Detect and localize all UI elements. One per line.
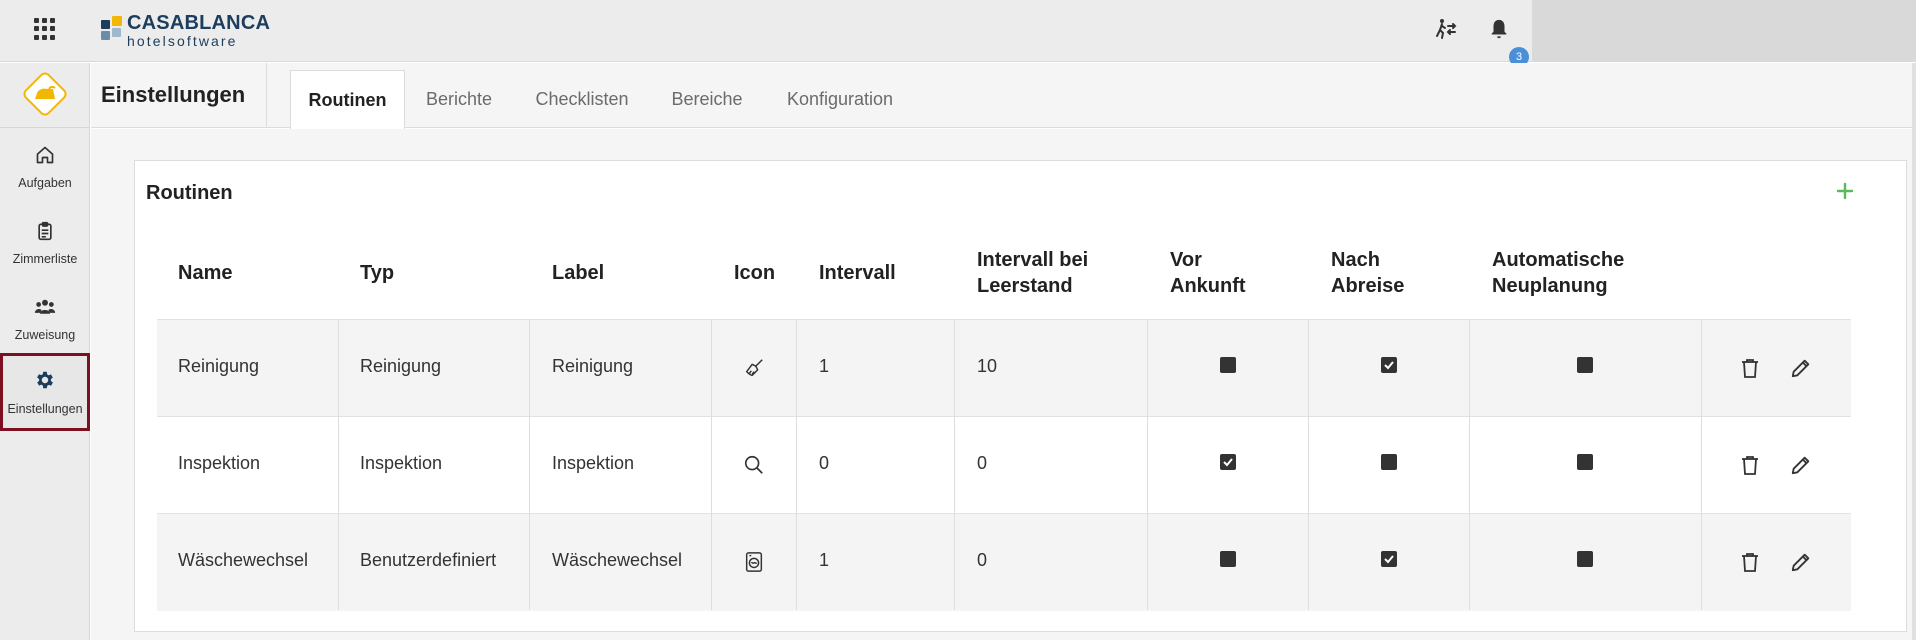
sidebar-item-aufgaben[interactable]: Aufgaben — [0, 129, 90, 205]
card-title: Routinen — [146, 182, 233, 204]
column-divider — [796, 320, 797, 610]
plus-icon[interactable] — [1832, 178, 1858, 204]
cell-label: Wäschewechsel — [552, 550, 683, 570]
logo-mark — [101, 16, 123, 44]
column-header-vor-ankunft[interactable]: Vor Ankunft — [1170, 247, 1246, 299]
pencil-icon[interactable] — [1789, 453, 1813, 477]
checkbox-vor-ankunft-unchecked[interactable] — [1220, 551, 1236, 567]
cell-label: Inspektion — [552, 453, 635, 473]
pencil-icon[interactable] — [1789, 550, 1813, 574]
users-icon — [34, 297, 56, 322]
cell-intervall: 1 — [819, 356, 830, 376]
gear-icon — [34, 369, 56, 396]
checkbox-nach-abreise-unchecked[interactable] — [1381, 454, 1397, 470]
cell-typ: Benutzerdefiniert — [360, 550, 497, 570]
header-divider — [266, 63, 267, 128]
column-header-icon[interactable]: Icon — [734, 260, 775, 286]
sidebar-item-label: Einstellungen — [7, 401, 83, 416]
checkbox-nach-abreise-checked[interactable] — [1381, 357, 1397, 373]
column-divider — [1147, 320, 1148, 610]
sidebar-divider — [0, 127, 90, 128]
column-header-typ[interactable]: Typ — [360, 260, 394, 286]
sidebar-item-einstellungen[interactable]: Einstellungen — [0, 353, 90, 431]
cell-intervall-leerstand: 0 — [977, 453, 988, 473]
cell-name: Reinigung — [178, 356, 260, 376]
sidebar-item-zimmerliste[interactable]: Zimmerliste — [0, 205, 90, 281]
checkbox-nach-abreise-checked[interactable] — [1381, 551, 1397, 567]
cell-name: Wäschewechsel — [178, 550, 309, 570]
sidebar-item-zuweisung[interactable]: Zuweisung — [0, 281, 90, 357]
sidebar-item-label: Zuweisung — [14, 327, 76, 342]
table-row: Wäschewechsel Benutzerdefiniert Wäschewe… — [157, 514, 1851, 611]
broom-icon — [742, 356, 766, 380]
sidebar-item-label: Zimmerliste — [12, 251, 78, 266]
person-switch-icon[interactable] — [1433, 16, 1459, 42]
cell-intervall: 0 — [819, 453, 830, 473]
table-row: Reinigung Reinigung Reinigung 1 10 — [157, 320, 1851, 417]
column-divider — [1701, 320, 1702, 610]
column-header-intervall-leerstand[interactable]: Intervall bei Leerstand — [977, 247, 1088, 299]
column-divider — [338, 320, 339, 610]
checkbox-vor-ankunft-unchecked[interactable] — [1220, 357, 1236, 373]
home-icon — [35, 145, 55, 170]
cell-intervall-leerstand: 10 — [977, 356, 998, 376]
clipboard-icon — [35, 221, 55, 246]
trash-icon[interactable] — [1738, 550, 1762, 574]
column-header-name[interactable]: Name — [178, 260, 232, 286]
tab-konfiguration[interactable]: Konfiguration — [770, 70, 910, 129]
sidebar-item-label: Aufgaben — [18, 175, 72, 190]
column-header-nach-abreise[interactable]: Nach Abreise — [1331, 247, 1404, 299]
trash-icon[interactable] — [1738, 356, 1762, 380]
cell-name: Inspektion — [178, 453, 261, 473]
table-row: Inspektion Inspektion Inspektion 0 0 — [157, 417, 1851, 514]
app-logo-icon[interactable] — [22, 71, 68, 117]
checkbox-neuplanung-unchecked[interactable] — [1577, 357, 1593, 373]
column-divider — [1469, 320, 1470, 610]
brand-tagline: hotelsoftware — [127, 32, 238, 49]
cell-typ: Reinigung — [360, 356, 442, 376]
cell-label: Reinigung — [552, 356, 634, 376]
column-divider — [711, 320, 712, 610]
cell-intervall: 1 — [819, 550, 830, 570]
tab-routinen[interactable]: Routinen — [290, 70, 405, 129]
tab-bereiche[interactable]: Bereiche — [655, 70, 759, 129]
cell-intervall-leerstand: 0 — [977, 550, 988, 570]
column-header-intervall[interactable]: Intervall — [819, 260, 896, 286]
trash-icon[interactable] — [1738, 453, 1762, 477]
bell-icon[interactable] — [1486, 16, 1512, 42]
sidebar: Aufgaben Zimmerliste Zuweisung Einstellu… — [0, 63, 90, 640]
page-scrollbar[interactable] — [1912, 63, 1916, 640]
brand-logo[interactable]: CASABLANCA hotelsoftware — [101, 11, 271, 49]
top-bar-user-area — [1532, 0, 1916, 62]
pencil-icon[interactable] — [1789, 356, 1813, 380]
brand-name: CASABLANCA — [127, 11, 271, 34]
checkbox-neuplanung-unchecked[interactable] — [1577, 454, 1593, 470]
cell-typ: Inspektion — [360, 453, 443, 473]
tab-checklisten[interactable]: Checklisten — [520, 70, 644, 129]
apps-grid-icon[interactable] — [34, 18, 56, 40]
column-header-label[interactable]: Label — [552, 260, 604, 286]
tab-berichte[interactable]: Berichte — [410, 70, 508, 129]
column-header-automatische-neuplanung[interactable]: Automatische Neuplanung — [1492, 247, 1624, 299]
washing-machine-icon — [742, 550, 766, 574]
checkbox-neuplanung-unchecked[interactable] — [1577, 551, 1593, 567]
column-divider — [529, 320, 530, 610]
page-title: Einstellungen — [101, 82, 246, 107]
column-divider — [1308, 320, 1309, 610]
checkbox-vor-ankunft-checked[interactable] — [1220, 454, 1236, 470]
column-divider — [954, 320, 955, 610]
magnifier-icon — [742, 453, 766, 477]
